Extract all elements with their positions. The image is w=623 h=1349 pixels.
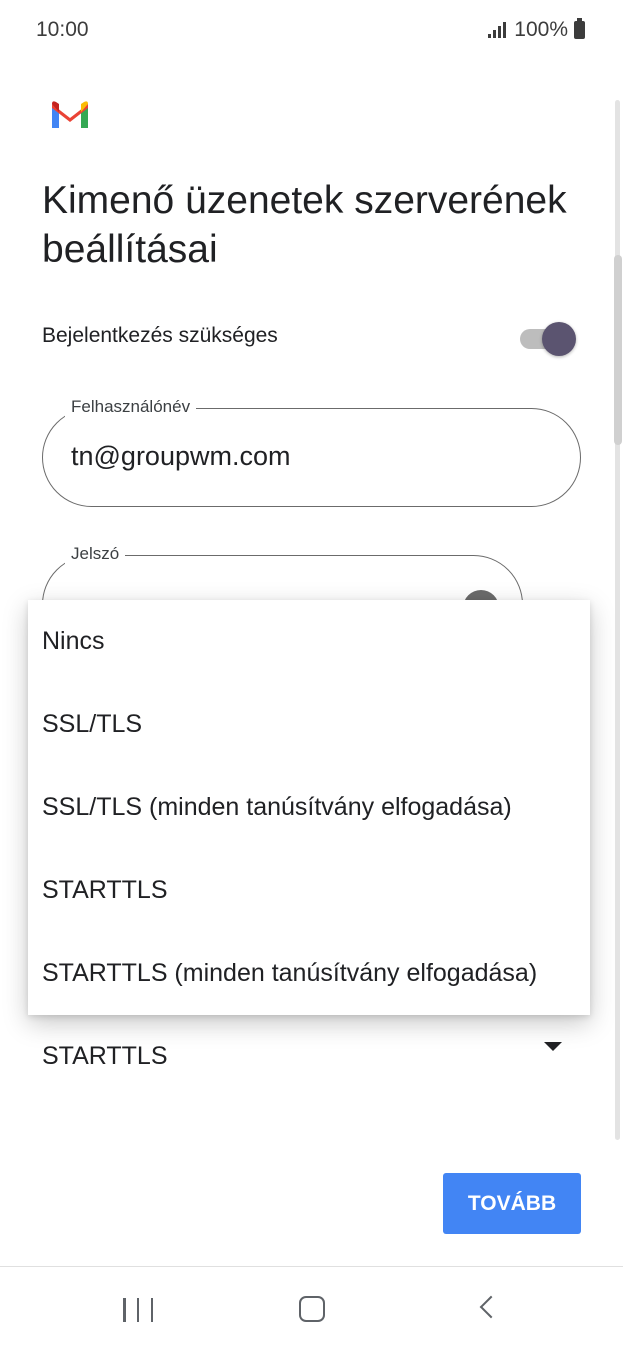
status-time: 10:00 <box>36 18 89 41</box>
username-value: tn@groupwm.com <box>71 441 291 471</box>
battery-percentage: 100% <box>514 18 568 41</box>
status-bar: 10:00 100% <box>0 0 623 60</box>
option-ssl-tls[interactable]: SSL/TLS <box>28 683 590 766</box>
username-label: Felhasználónév <box>65 397 197 417</box>
security-type-dropdown: Nincs SSL/TLS SSL/TLS (minden tanúsítván… <box>28 600 590 1015</box>
option-starttls[interactable]: STARTTLS <box>28 849 590 932</box>
home-icon[interactable] <box>299 1296 325 1322</box>
next-button[interactable]: TOVÁBB <box>443 1173 581 1234</box>
signal-icon <box>488 22 507 38</box>
username-field[interactable]: Felhasználónév tn@groupwm.com <box>42 397 581 507</box>
option-none[interactable]: Nincs <box>28 600 590 683</box>
security-type-select[interactable]: STARTTLS <box>42 1020 582 1090</box>
login-required-toggle[interactable] <box>520 322 576 356</box>
password-label: Jelszó <box>65 544 126 564</box>
recents-icon[interactable] <box>123 1298 153 1322</box>
dropdown-arrow-icon <box>544 1042 562 1051</box>
security-type-value: STARTTLS <box>42 1042 168 1070</box>
toggle-thumb <box>542 322 576 356</box>
battery-icon <box>574 18 585 39</box>
nav-bar <box>0 1267 623 1349</box>
back-icon[interactable] <box>479 1295 503 1319</box>
scrollbar-thumb[interactable] <box>614 255 622 445</box>
option-ssl-tls-accept-all[interactable]: SSL/TLS (minden tanúsítvány elfogadása) <box>28 766 590 849</box>
login-required-label: Bejelentkezés szükséges <box>42 324 278 347</box>
gmail-logo-icon <box>52 101 88 128</box>
status-right: 100% <box>488 18 585 42</box>
page-title: Kimenő üzenetek szerverének beállításai <box>42 179 567 271</box>
option-starttls-accept-all[interactable]: STARTTLS (minden tanúsítvány elfogadása) <box>28 932 590 1015</box>
